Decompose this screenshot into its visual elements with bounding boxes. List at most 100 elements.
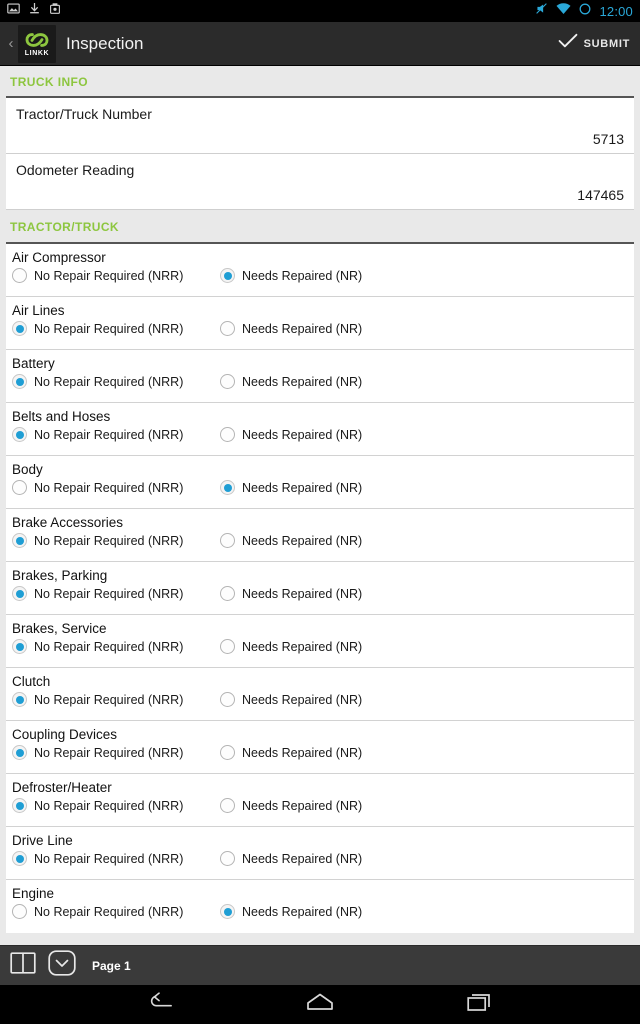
radio-option-nr[interactable]: Needs Repaired (NR) (220, 268, 362, 283)
inspection-options: No Repair Required (NRR) Needs Repaired (… (12, 480, 634, 495)
radio-label: Needs Repaired (NR) (242, 480, 363, 495)
radio-nr-unselected[interactable] (220, 427, 235, 442)
radio-nrr-unselected[interactable] (12, 268, 27, 283)
radio-option-nr[interactable]: Needs Repaired (NR) (220, 480, 362, 495)
nav-back-icon[interactable] (147, 991, 173, 1018)
inspection-row: Drive Line No Repair Required (NRR) Needs … (6, 827, 634, 880)
radio-nrr-unselected[interactable] (12, 480, 27, 495)
field-label: Odometer Reading (16, 162, 135, 178)
complete-page-button[interactable] (48, 950, 76, 981)
radio-label: Needs Repaired (NR) (242, 321, 363, 336)
radio-option-nrr[interactable]: No Repair Required (NRR) (12, 533, 220, 548)
radio-nr-unselected[interactable] (220, 533, 235, 548)
inspection-row: Brakes, Service No Repair Required (NRR) N… (6, 615, 634, 668)
book-pages-icon[interactable] (10, 951, 36, 980)
radio-option-nr[interactable]: Needs Repaired (NR) (220, 586, 362, 601)
radio-option-nrr[interactable]: No Repair Required (NRR) (12, 427, 220, 442)
radio-nr-unselected[interactable] (220, 586, 235, 601)
radio-option-nrr[interactable]: No Repair Required (NRR) (12, 374, 220, 389)
truck-info-fields: Tractor/Truck Number 5713 Odometer Readi… (6, 96, 634, 210)
inspection-row: Engine No Repair Required (NRR) Needs Repa… (6, 880, 634, 933)
radio-option-nrr[interactable]: No Repair Required (NRR) (12, 321, 220, 336)
radio-nrr-selected[interactable] (12, 639, 27, 654)
radio-option-nrr[interactable]: No Repair Required (NRR) (12, 692, 220, 707)
radio-option-nrr[interactable]: No Repair Required (NRR) (12, 851, 220, 866)
inspection-item-list: Air Compressor No Repair Required (NRR) Ne… (6, 242, 634, 933)
radio-nr-selected[interactable] (220, 480, 235, 495)
inspection-row: Defroster/Heater No Repair Required (NRR)… (6, 774, 634, 827)
inspection-options: No Repair Required (NRR) Needs Repaired (… (12, 692, 634, 707)
radio-option-nrr[interactable]: No Repair Required (NRR) (12, 745, 220, 760)
radio-label: Needs Repaired (NR) (242, 798, 363, 813)
inspection-item-label: Coupling Devices (12, 727, 118, 742)
nav-recents-icon[interactable] (467, 992, 493, 1017)
download-icon (29, 2, 40, 20)
back-button[interactable]: ‹ (4, 36, 18, 51)
radio-option-nrr[interactable]: No Repair Required (NRR) (12, 268, 220, 283)
inspection-item-label: Defroster/Heater (12, 780, 112, 795)
field-tractor-truck-number[interactable]: Tractor/Truck Number 5713 (6, 98, 634, 154)
inspection-row: Body No Repair Required (NRR) Needs Repair… (6, 456, 634, 509)
inspection-options: No Repair Required (NRR) Needs Repaired (… (12, 798, 634, 813)
radio-label: No Repair Required (NRR) (34, 533, 184, 548)
nav-home-icon[interactable] (306, 992, 334, 1017)
radio-nr-unselected[interactable] (220, 374, 235, 389)
inspection-row: Brake Accessories No Repair Required (NRR… (6, 509, 634, 562)
radio-label: No Repair Required (NRR) (34, 692, 184, 707)
radio-nrr-unselected[interactable] (12, 904, 27, 919)
radio-nr-unselected[interactable] (220, 851, 235, 866)
inspection-row: Battery No Repair Required (NRR) Needs Rep… (6, 350, 634, 403)
radio-option-nr[interactable]: Needs Repaired (NR) (220, 639, 362, 654)
field-label: Tractor/Truck Number (16, 106, 152, 122)
inspection-options: No Repair Required (NRR) Needs Repaired (… (12, 533, 634, 548)
radio-option-nrr[interactable]: No Repair Required (NRR) (12, 639, 220, 654)
inspection-options: No Repair Required (NRR) Needs Repaired (… (12, 745, 634, 760)
radio-option-nr[interactable]: Needs Repaired (NR) (220, 851, 362, 866)
radio-label: No Repair Required (NRR) (34, 904, 184, 919)
radio-nr-selected[interactable] (220, 268, 235, 283)
radio-nr-selected[interactable] (220, 904, 235, 919)
inspection-options: No Repair Required (NRR) Needs Repaired (… (12, 904, 634, 919)
radio-nrr-selected[interactable] (12, 798, 27, 813)
radio-option-nr[interactable]: Needs Repaired (NR) (220, 374, 362, 389)
radio-label: Needs Repaired (NR) (242, 745, 363, 760)
radio-nrr-selected[interactable] (12, 692, 27, 707)
radio-nrr-selected[interactable] (12, 321, 27, 336)
check-icon (558, 33, 578, 54)
inspection-item-label: Air Compressor (12, 250, 106, 265)
radio-nr-unselected[interactable] (220, 321, 235, 336)
radio-nr-unselected[interactable] (220, 745, 235, 760)
radio-option-nrr[interactable]: No Repair Required (NRR) (12, 480, 220, 495)
radio-option-nr[interactable]: Needs Repaired (NR) (220, 798, 362, 813)
radio-option-nrr[interactable]: No Repair Required (NRR) (12, 904, 220, 919)
section-header-truck-info: TRUCK INFO (0, 66, 640, 96)
radio-option-nr[interactable]: Needs Repaired (NR) (220, 321, 362, 336)
radio-nrr-selected[interactable] (12, 533, 27, 548)
radio-label: Needs Repaired (NR) (242, 692, 363, 707)
radio-option-nrr[interactable]: No Repair Required (NRR) (12, 586, 220, 601)
inspection-row: Belts and Hoses No Repair Required (NRR) N… (6, 403, 634, 456)
radio-nrr-selected[interactable] (12, 586, 27, 601)
radio-nr-unselected[interactable] (220, 798, 235, 813)
field-odometer-reading[interactable]: Odometer Reading 147465 (6, 154, 634, 210)
radio-label: No Repair Required (NRR) (34, 321, 184, 336)
radio-nrr-selected[interactable] (12, 427, 27, 442)
radio-nr-unselected[interactable] (220, 692, 235, 707)
radio-option-nr[interactable]: Needs Repaired (NR) (220, 745, 362, 760)
inspection-options: No Repair Required (NRR) Needs Repaired (… (12, 268, 634, 283)
linkk-wordmark: LINKK (24, 49, 50, 57)
radio-option-nr[interactable]: Needs Repaired (NR) (220, 904, 362, 919)
inspection-item-label: Body (12, 462, 43, 477)
radio-nrr-selected[interactable] (12, 374, 27, 389)
radio-nrr-selected[interactable] (12, 851, 27, 866)
radio-option-nr[interactable]: Needs Repaired (NR) (220, 533, 362, 548)
inspection-options: No Repair Required (NRR) Needs Repaired (… (12, 586, 634, 601)
radio-option-nr[interactable]: Needs Repaired (NR) (220, 427, 362, 442)
radio-nrr-selected[interactable] (12, 745, 27, 760)
submit-button[interactable]: SUBMIT (558, 33, 630, 54)
form-content[interactable]: TRUCK INFO Tractor/Truck Number 5713 Odo… (0, 66, 640, 945)
radio-option-nrr[interactable]: No Repair Required (NRR) (12, 798, 220, 813)
radio-label: No Repair Required (NRR) (34, 480, 184, 495)
radio-option-nr[interactable]: Needs Repaired (NR) (220, 692, 362, 707)
radio-nr-unselected[interactable] (220, 639, 235, 654)
